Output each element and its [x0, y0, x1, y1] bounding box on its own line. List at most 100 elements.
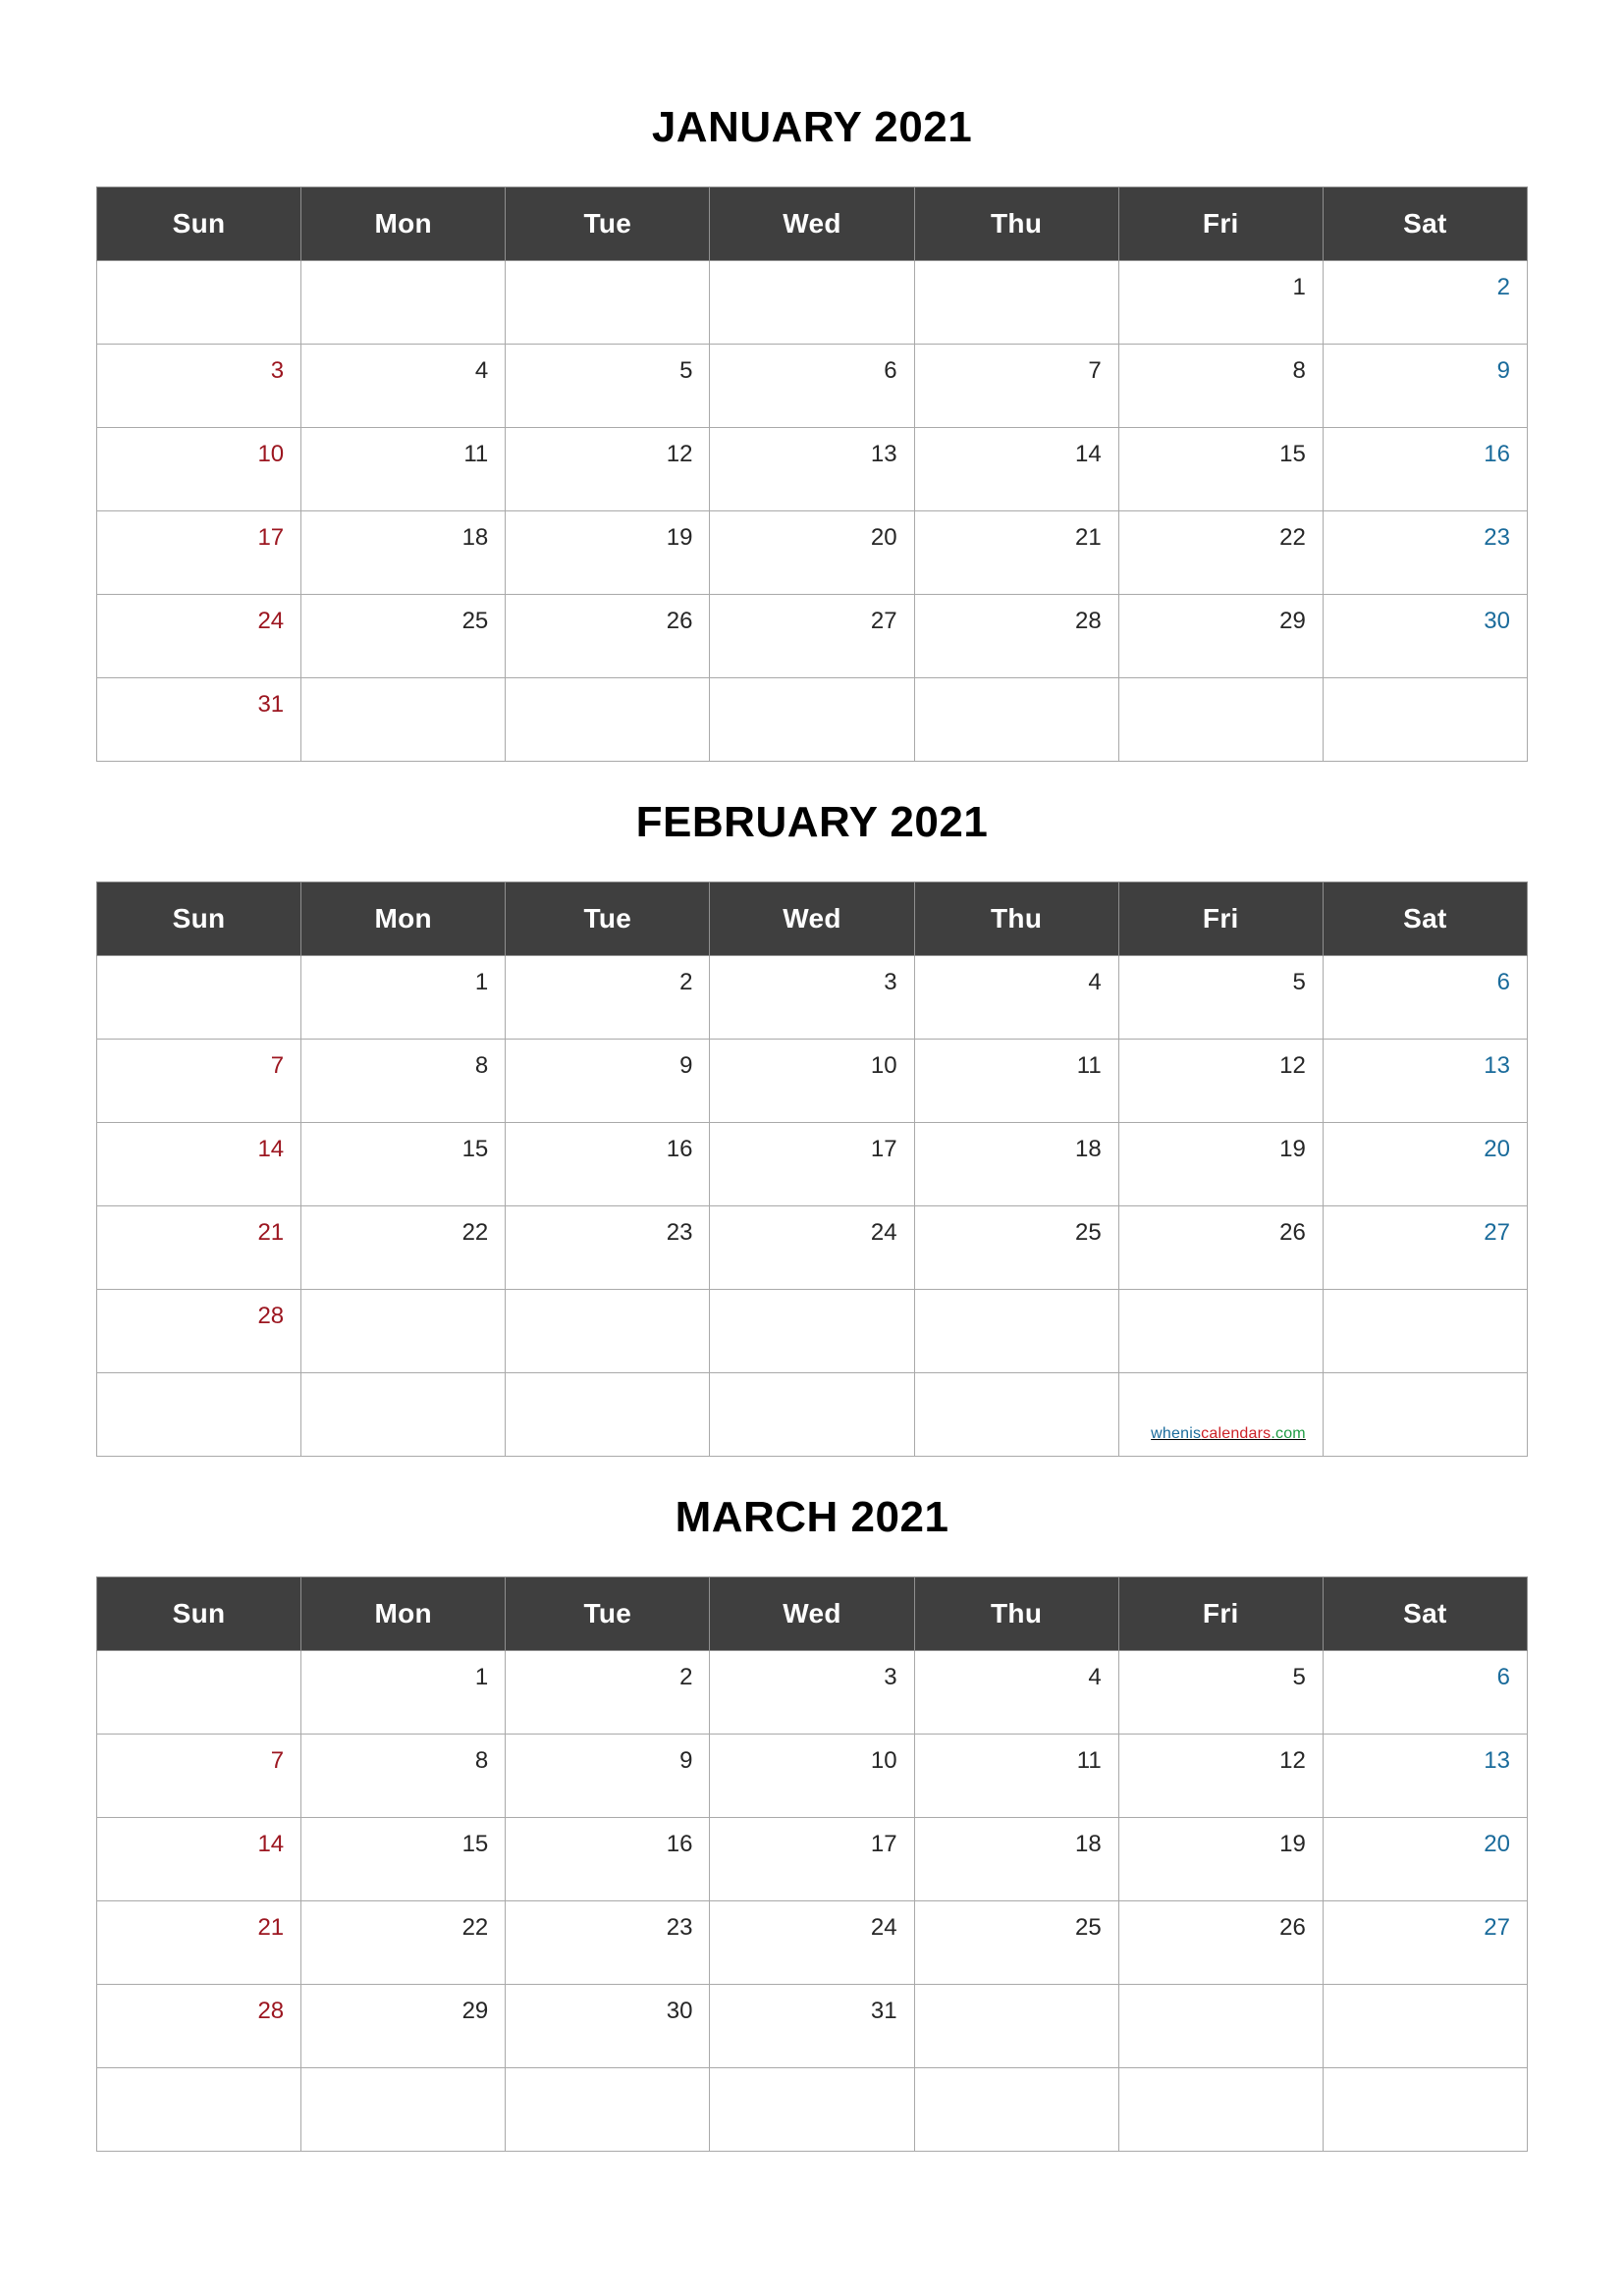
day-cell[interactable]: 19 [1117, 1817, 1324, 1901]
day-cell[interactable]: 13 [1322, 1734, 1529, 1818]
day-cell[interactable]: 18 [913, 1817, 1119, 1901]
day-cell[interactable]: 26 [1117, 1900, 1324, 1985]
day-cell[interactable]: 27 [1322, 1900, 1529, 1985]
day-cell[interactable]: 8 [1117, 344, 1324, 428]
day-cell[interactable]: 20 [709, 510, 915, 595]
day-cell[interactable]: 28 [95, 1289, 302, 1373]
day-cell[interactable]: 21 [913, 510, 1119, 595]
day-cell[interactable] [1322, 1984, 1529, 2068]
day-cell[interactable]: 21 [95, 1900, 302, 1985]
day-cell[interactable] [95, 2067, 302, 2152]
day-cell[interactable] [95, 1372, 302, 1457]
day-cell[interactable]: 27 [1322, 1205, 1529, 1290]
day-cell[interactable] [709, 1372, 915, 1457]
day-cell[interactable]: 9 [1322, 344, 1529, 428]
day-cell[interactable]: 19 [1117, 1122, 1324, 1206]
day-cell[interactable]: 15 [1117, 427, 1324, 511]
day-cell[interactable] [95, 955, 302, 1040]
day-cell[interactable]: 15 [300, 1817, 507, 1901]
day-cell[interactable] [913, 677, 1119, 762]
day-cell[interactable]: 9 [505, 1039, 711, 1123]
day-cell[interactable]: 4 [300, 344, 507, 428]
day-cell[interactable] [300, 677, 507, 762]
day-cell[interactable]: 16 [1322, 427, 1529, 511]
day-cell[interactable]: 8 [300, 1039, 507, 1123]
day-cell[interactable]: 28 [95, 1984, 302, 2068]
day-cell[interactable]: 17 [95, 510, 302, 595]
day-cell[interactable]: 27 [709, 594, 915, 678]
day-cell[interactable] [1322, 1372, 1529, 1457]
day-cell[interactable]: 24 [95, 594, 302, 678]
day-cell[interactable]: 28 [913, 594, 1119, 678]
day-cell[interactable]: 30 [505, 1984, 711, 2068]
day-cell[interactable]: 7 [913, 344, 1119, 428]
day-cell[interactable]: 26 [505, 594, 711, 678]
day-cell[interactable]: 13 [709, 427, 915, 511]
day-cell[interactable]: 31 [95, 677, 302, 762]
day-cell[interactable] [913, 2067, 1119, 2152]
day-cell[interactable]: 29 [1117, 594, 1324, 678]
day-cell[interactable]: 7 [95, 1734, 302, 1818]
day-cell[interactable]: 1 [300, 1650, 507, 1735]
day-cell[interactable]: 22 [300, 1205, 507, 1290]
day-cell[interactable]: 20 [1322, 1817, 1529, 1901]
day-cell[interactable]: 12 [1117, 1039, 1324, 1123]
day-cell[interactable]: 12 [1117, 1734, 1324, 1818]
day-cell[interactable]: 31 [709, 1984, 915, 2068]
day-cell[interactable]: 23 [1322, 510, 1529, 595]
day-cell[interactable] [709, 260, 915, 345]
day-cell[interactable] [913, 1984, 1119, 2068]
day-cell[interactable]: 12 [505, 427, 711, 511]
watermark-link[interactable]: wheniscalendars.com [1151, 1426, 1306, 1442]
day-cell[interactable]: 14 [913, 427, 1119, 511]
day-cell[interactable] [505, 1372, 711, 1457]
day-cell[interactable]: 4 [913, 955, 1119, 1040]
day-cell[interactable]: 18 [913, 1122, 1119, 1206]
day-cell[interactable]: 17 [709, 1817, 915, 1901]
day-cell[interactable]: 14 [95, 1817, 302, 1901]
day-cell[interactable]: 26 [1117, 1205, 1324, 1290]
day-cell[interactable]: 21 [95, 1205, 302, 1290]
day-cell[interactable]: 6 [1322, 955, 1529, 1040]
day-cell[interactable]: 4 [913, 1650, 1119, 1735]
day-cell[interactable]: 22 [1117, 510, 1324, 595]
day-cell[interactable]: 2 [505, 955, 711, 1040]
day-cell[interactable]: 3 [709, 1650, 915, 1735]
day-cell[interactable] [95, 1650, 302, 1735]
day-cell[interactable]: 18 [300, 510, 507, 595]
day-cell[interactable]: 10 [95, 427, 302, 511]
day-cell[interactable]: 16 [505, 1817, 711, 1901]
day-cell[interactable]: 9 [505, 1734, 711, 1818]
day-cell[interactable]: 20 [1322, 1122, 1529, 1206]
day-cell[interactable]: 23 [505, 1900, 711, 1985]
day-cell[interactable]: 24 [709, 1900, 915, 1985]
day-cell[interactable]: 6 [709, 344, 915, 428]
day-cell[interactable]: 19 [505, 510, 711, 595]
day-cell[interactable]: 16 [505, 1122, 711, 1206]
day-cell[interactable] [95, 260, 302, 345]
day-cell[interactable] [1322, 1289, 1529, 1373]
day-cell[interactable] [1117, 677, 1324, 762]
day-cell[interactable] [913, 1372, 1119, 1457]
day-cell[interactable]: 13 [1322, 1039, 1529, 1123]
day-cell[interactable] [1117, 1984, 1324, 2068]
day-cell[interactable]: 5 [1117, 1650, 1324, 1735]
day-cell[interactable] [1322, 677, 1529, 762]
day-cell[interactable] [505, 677, 711, 762]
day-cell[interactable] [300, 2067, 507, 2152]
day-cell[interactable]: 10 [709, 1734, 915, 1818]
day-cell[interactable]: 5 [505, 344, 711, 428]
day-cell[interactable]: 17 [709, 1122, 915, 1206]
day-cell[interactable] [505, 1289, 711, 1373]
day-cell[interactable] [913, 1289, 1119, 1373]
day-cell[interactable]: 11 [913, 1734, 1119, 1818]
day-cell[interactable]: 3 [95, 344, 302, 428]
day-cell[interactable] [1322, 2067, 1529, 2152]
day-cell[interactable] [300, 1289, 507, 1373]
day-cell[interactable] [505, 2067, 711, 2152]
day-cell[interactable]: 5 [1117, 955, 1324, 1040]
day-cell[interactable]: 25 [913, 1205, 1119, 1290]
day-cell[interactable]: 22 [300, 1900, 507, 1985]
day-cell[interactable]: 8 [300, 1734, 507, 1818]
day-cell[interactable] [709, 2067, 915, 2152]
